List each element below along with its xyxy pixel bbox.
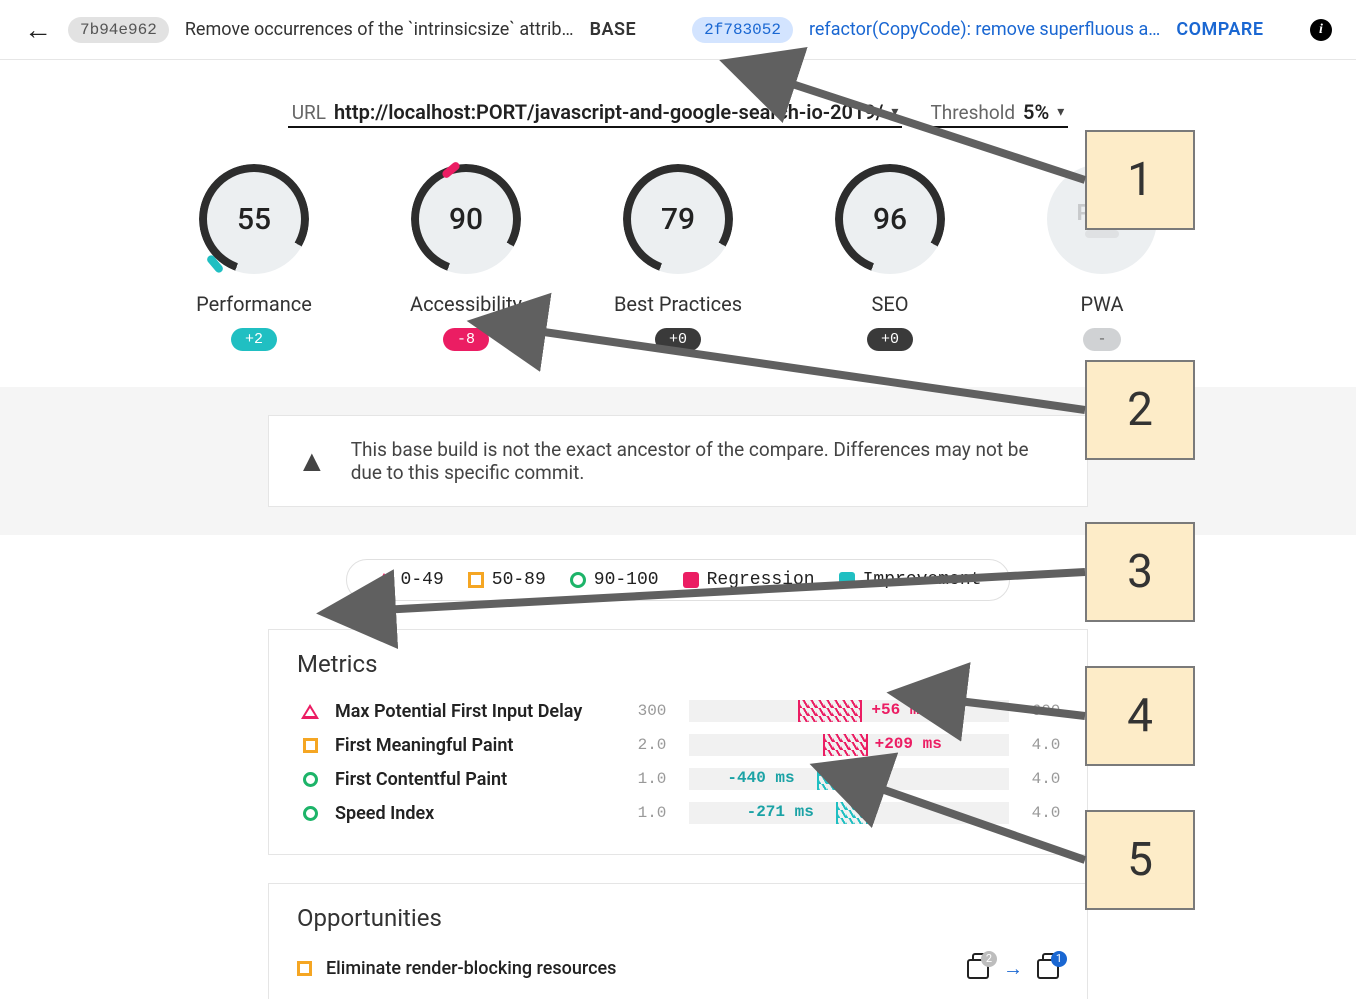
metric-name: First Meaningful Paint	[335, 735, 615, 756]
base-commit-hash[interactable]: 7b94e962	[68, 17, 169, 43]
gauge-score: 79	[661, 202, 695, 237]
warning-text: This base build is not the exact ancesto…	[351, 438, 1059, 484]
arrow-right-icon: →	[1003, 956, 1023, 981]
opportunity-row[interactable]: Eliminate render-blocking resources 2 → …	[297, 948, 1059, 989]
gauge-delta: +0	[867, 328, 913, 351]
legend-improvement-label: Improvement	[863, 570, 982, 590]
metric-min: 2.0	[627, 736, 677, 754]
metric-row: First Contentful Paint 1.0 -440 ms 4.0	[297, 762, 1059, 796]
score-square-icon	[303, 738, 318, 753]
gauge-best-practices[interactable]: 79 Best Practices +0	[608, 164, 748, 351]
metric-name: Max Potential First Input Delay	[335, 701, 615, 722]
gauge-delta: -	[1083, 328, 1120, 351]
base-report-icon[interactable]: 2	[967, 959, 989, 979]
metrics-title: Metrics	[297, 650, 1059, 678]
metric-bar: +56 ms	[689, 700, 1009, 722]
gauge-label: Best Practices	[614, 292, 742, 316]
back-arrow-icon[interactable]: ←	[24, 13, 52, 46]
url-label: URL	[292, 101, 326, 124]
score-triangle-icon	[301, 704, 319, 719]
metric-bar: -440 ms	[689, 768, 1009, 790]
opportunities-card: Opportunities Eliminate render-blocking …	[268, 883, 1088, 999]
legend-circle-icon	[570, 572, 586, 588]
gauge-label: PWA	[1081, 292, 1124, 316]
legend-improvement-icon	[839, 572, 855, 588]
gauge-label: SEO	[871, 292, 908, 316]
metric-row: First Meaningful Paint 2.0 +209 ms 4.0	[297, 728, 1059, 762]
metric-row: Max Potential First Input Delay 300 +56 …	[297, 694, 1059, 728]
metric-row: Speed Index 1.0 -271 ms 4.0	[297, 796, 1059, 830]
metric-delta: +209 ms	[875, 735, 942, 753]
legend-regression-label: Regression	[707, 570, 815, 590]
compare-commit-hash[interactable]: 2f783052	[692, 17, 793, 43]
score-circle-icon	[303, 772, 318, 787]
threshold-label: Threshold	[930, 101, 1015, 124]
warning-icon: ▲	[297, 444, 327, 479]
gauge-score: 96	[873, 202, 907, 237]
metric-bar: -271 ms	[689, 802, 1009, 824]
chevron-down-icon: ▾	[891, 104, 898, 120]
opportunity-name: Eliminate render-blocking resources	[326, 958, 616, 979]
gauge-score: 90	[449, 202, 483, 237]
gauge-delta: +0	[655, 328, 701, 351]
compare-commit-desc: refactor(CopyCode): remove superfluous a…	[809, 19, 1160, 40]
legend-regression-icon	[683, 572, 699, 588]
metric-delta: +56 ms	[871, 701, 929, 719]
annotation-callout-1: 1	[1085, 130, 1195, 230]
metric-min: 1.0	[627, 804, 677, 822]
metric-max: 4.0	[1021, 804, 1071, 822]
metric-delta: -440 ms	[727, 769, 794, 787]
legend-range-0-49: 0-49	[401, 570, 444, 590]
base-report-count: 2	[981, 951, 997, 967]
url-selector[interactable]: URL http://localhost:PORT/javascript-and…	[288, 98, 903, 128]
warning-card: ▲ This base build is not the exact ances…	[268, 415, 1088, 507]
base-commit-desc: Remove occurrences of the `intrinsicsize…	[185, 19, 574, 40]
threshold-selector[interactable]: Threshold 5% ▾	[926, 98, 1068, 128]
base-role-label: BASE	[590, 19, 637, 40]
chevron-down-icon: ▾	[1057, 104, 1064, 120]
compare-report-count: 1	[1051, 951, 1067, 967]
url-value: http://localhost:PORT/javascript-and-goo…	[334, 100, 883, 124]
info-icon[interactable]: i	[1310, 19, 1332, 41]
metrics-card: Metrics Max Potential First Input Delay …	[268, 629, 1088, 855]
gauge-seo[interactable]: 96 SEO +0	[820, 164, 960, 351]
gauge-delta: -8	[443, 328, 489, 351]
compare-role-label: COMPARE	[1176, 19, 1263, 40]
legend-range-90-100: 90-100	[594, 570, 659, 590]
legend: 0-49 50-89 90-100 Regression Improvement	[346, 559, 1011, 601]
header-bar: ← 7b94e962 Remove occurrences of the `in…	[0, 0, 1356, 60]
legend-range-50-89: 50-89	[492, 570, 546, 590]
metric-name: Speed Index	[335, 803, 615, 824]
gauge-label: Accessibility	[410, 292, 522, 316]
metric-bar: +209 ms	[689, 734, 1009, 756]
annotation-callout-4: 4	[1085, 666, 1195, 766]
legend-square-icon	[468, 572, 484, 588]
threshold-value: 5%	[1023, 100, 1049, 124]
score-square-icon	[297, 961, 312, 976]
annotation-callout-5: 5	[1085, 810, 1195, 910]
opportunities-title: Opportunities	[297, 904, 1059, 932]
gauge-performance[interactable]: 55 Performance +2	[184, 164, 324, 351]
metric-name: First Contentful Paint	[335, 769, 615, 790]
metric-max: 4.0	[1021, 736, 1071, 754]
legend-triangle-icon	[375, 573, 393, 588]
annotation-callout-2: 2	[1085, 360, 1195, 460]
gauge-score: 55	[237, 202, 271, 237]
metric-max: 600	[1021, 702, 1071, 720]
pwa-bar-icon	[1085, 230, 1119, 238]
compare-report-icon[interactable]: 1	[1037, 959, 1059, 979]
gauge-accessibility[interactable]: 90 Accessibility -8	[396, 164, 536, 351]
metric-max: 4.0	[1021, 770, 1071, 788]
metric-min: 1.0	[627, 770, 677, 788]
score-circle-icon	[303, 806, 318, 821]
metric-min: 300	[627, 702, 677, 720]
annotation-callout-3: 3	[1085, 522, 1195, 622]
gauge-label: Performance	[196, 292, 312, 316]
metric-delta: -271 ms	[747, 803, 814, 821]
gauge-delta: +2	[231, 328, 277, 351]
